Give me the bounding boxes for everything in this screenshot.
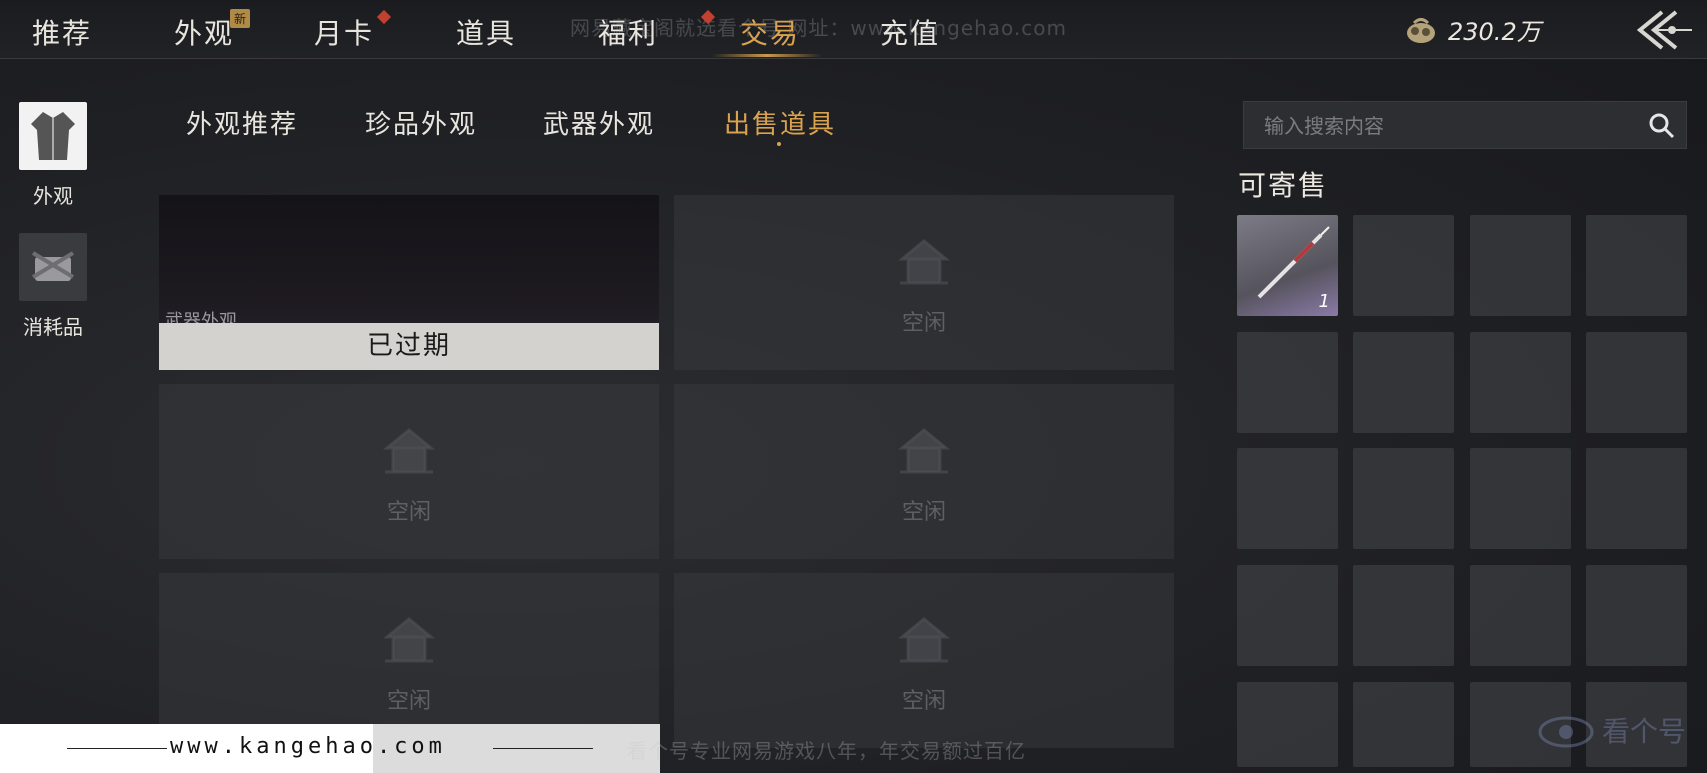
pavilion-icon — [382, 428, 436, 474]
search-box[interactable] — [1243, 101, 1687, 150]
inventory-slot-empty[interactable] — [1353, 215, 1454, 316]
nav-tab-monthly-card[interactable]: 月卡 — [314, 12, 374, 52]
footer-logo-text: 看个号 — [1602, 715, 1687, 748]
inventory-slot-empty[interactable] — [1353, 332, 1454, 433]
subtab-weapon-appearance[interactable]: 武器外观 — [543, 104, 655, 141]
nav-tab-recharge[interactable]: 充值 — [880, 12, 940, 52]
inventory-slot-empty[interactable] — [1237, 682, 1338, 767]
inventory-slot-empty[interactable] — [1353, 682, 1454, 767]
pavilion-icon — [897, 428, 951, 474]
inventory-slot-empty[interactable] — [1470, 332, 1571, 433]
new-badge: 新 — [230, 9, 251, 28]
footer-slogan: 看个号专业网易游戏八年，年交易额过百亿 — [627, 739, 1026, 763]
inventory-slot-empty[interactable] — [1470, 565, 1571, 666]
currency-display: 230.2万 — [1404, 12, 1541, 47]
item-count: 1 — [1318, 291, 1330, 312]
search-icon[interactable] — [1648, 112, 1676, 140]
slot-empty-label: 空闲 — [901, 311, 946, 336]
coin-pouch-icon — [1407, 17, 1435, 43]
footer-url: www.kangehao.com — [170, 734, 446, 759]
inventory-slot-item[interactable]: 1 — [1237, 215, 1338, 316]
inventory-slot-empty[interactable] — [1586, 448, 1687, 549]
listing-slot-empty[interactable]: 空闲 — [674, 384, 1174, 559]
inventory-slot-empty[interactable] — [1586, 565, 1687, 666]
subtab-recommended-appearance[interactable]: 外观推荐 — [186, 104, 298, 141]
inventory-slot-empty[interactable] — [1470, 215, 1571, 316]
expired-status: 已过期 — [159, 323, 659, 370]
consumable-icon — [19, 233, 87, 301]
divider — [493, 748, 593, 749]
slot-empty-label: 空闲 — [386, 500, 431, 525]
subtab-rare-appearance[interactable]: 珍品外观 — [365, 104, 477, 141]
active-subtab-dot — [777, 142, 781, 146]
inventory-slot-empty[interactable] — [1353, 565, 1454, 666]
inventory-slot-empty[interactable] — [1353, 448, 1454, 549]
listing-slot-empty[interactable]: 空闲 — [159, 384, 659, 559]
slot-empty-label: 空闲 — [901, 689, 946, 714]
inventory-slot-empty[interactable] — [1586, 215, 1687, 316]
rail-appearance[interactable]: 外观 — [18, 102, 88, 209]
pavilion-icon — [897, 239, 951, 285]
nav-tab-recommend[interactable]: 推荐 — [32, 12, 92, 52]
divider — [67, 748, 167, 749]
nav-tab-appearance[interactable]: 外观 — [174, 12, 234, 52]
slot-empty-label: 空闲 — [901, 500, 946, 525]
inventory-slot-empty[interactable] — [1237, 448, 1338, 549]
footer-logo: 看个号 — [1536, 710, 1686, 750]
nav-tab-trade[interactable]: 交易 — [740, 12, 800, 52]
sellable-title: 可寄售 — [1238, 169, 1329, 202]
listing-slot-empty[interactable]: 空闲 — [159, 573, 659, 748]
rail-appearance-label: 外观 — [33, 184, 73, 208]
inventory-slot-empty[interactable] — [1237, 332, 1338, 433]
active-tab-underline — [712, 54, 822, 57]
inventory-slot-empty[interactable] — [1470, 448, 1571, 549]
rail-consumables-label: 消耗品 — [23, 315, 83, 339]
rail-consumables[interactable]: 消耗品 — [18, 233, 88, 340]
nav-tab-welfare[interactable]: 福利 — [598, 12, 658, 52]
currency-amount: 230.2万 — [1448, 18, 1541, 46]
nav-tab-items[interactable]: 道具 — [456, 12, 516, 52]
inventory-slot-empty[interactable] — [1586, 332, 1687, 433]
listing-slot-expired[interactable]: 武器外观 已过期 — [159, 195, 659, 370]
listing-slot-empty[interactable]: 空闲 — [674, 573, 1174, 748]
eye-logo-icon — [1538, 716, 1594, 748]
pavilion-icon — [897, 617, 951, 663]
pavilion-icon — [382, 617, 436, 663]
slot-empty-label: 空闲 — [386, 689, 431, 714]
subtab-sell-items[interactable]: 出售道具 — [724, 104, 836, 141]
back-arrow-icon[interactable] — [1632, 8, 1694, 52]
inventory-slot-empty[interactable] — [1237, 565, 1338, 666]
listing-slot-empty[interactable]: 空闲 — [674, 195, 1174, 370]
search-input[interactable] — [1262, 102, 1626, 150]
robe-icon — [19, 102, 87, 170]
